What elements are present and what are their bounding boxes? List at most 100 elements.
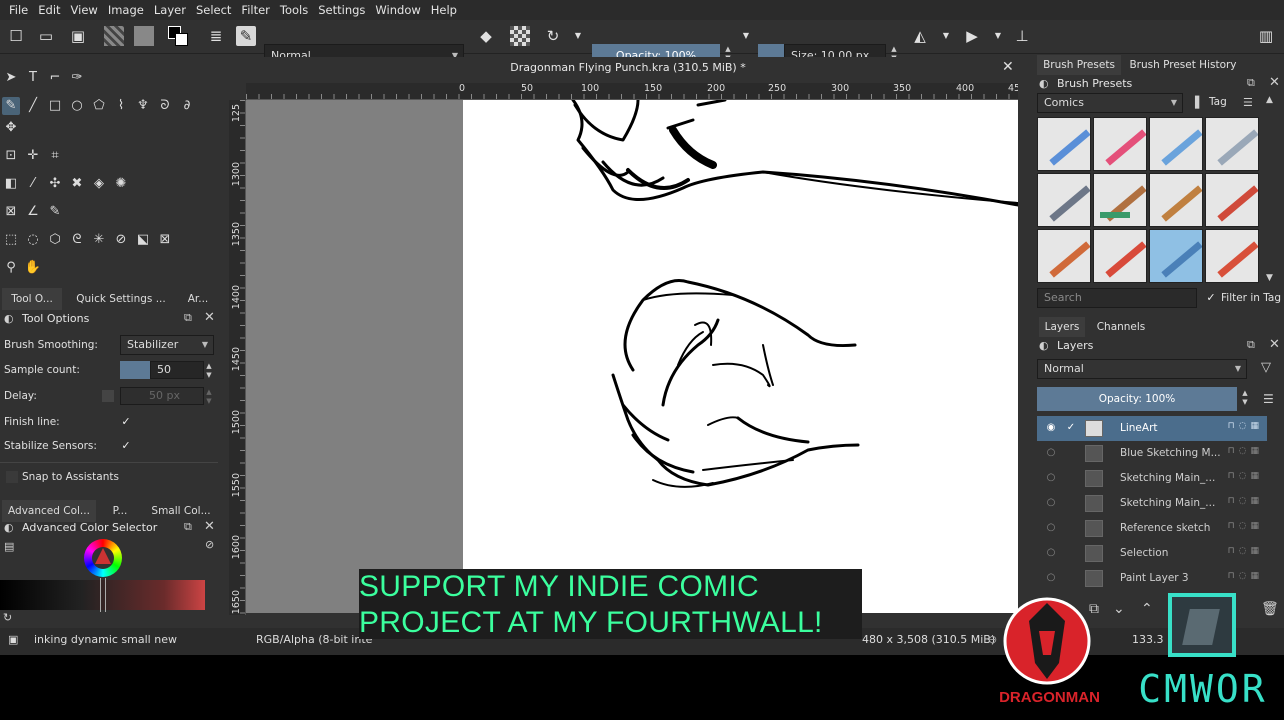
layer-lock-icon[interactable]: ⊓◌▦ (1228, 496, 1263, 506)
color-settings-icon[interactable]: ▤ (4, 540, 14, 553)
layer-lock-icon[interactable]: ⊓◌▦ (1228, 471, 1263, 481)
workspace-icon[interactable]: ▥ (1256, 26, 1276, 46)
brush-preset-selected[interactable] (1149, 229, 1203, 283)
document-tab[interactable]: Dragonman Flying Punch.kra (310.5 MiB) * (232, 57, 1024, 79)
bezier-tool-icon[interactable]: ♆ (134, 97, 152, 115)
stabilize-sensors-checkbox[interactable]: ✓ (120, 440, 132, 452)
refresh-icon[interactable]: ↻ (3, 611, 12, 624)
multibrush-tool-icon[interactable]: ✥ (2, 119, 20, 137)
delay-checkbox[interactable] (102, 390, 114, 402)
calligraphy-tool-icon[interactable]: ✑ (68, 69, 86, 87)
smart-patch-tool-icon[interactable]: ✖ (68, 175, 86, 193)
tab-layers[interactable]: Layers (1039, 317, 1085, 337)
collapse-icon[interactable]: ◐ (1039, 339, 1049, 352)
menu-window[interactable]: Window (370, 3, 425, 17)
menu-image[interactable]: Image (103, 3, 149, 17)
brush-preset[interactable] (1037, 117, 1091, 171)
edit-shapes-tool-icon[interactable]: ⌐ (46, 69, 64, 87)
eye-icon[interactable]: ○ (1045, 522, 1057, 534)
polygon-select-tool-icon[interactable]: ⬡ (46, 231, 64, 249)
tab-palette[interactable]: P... (104, 500, 136, 522)
menu-tools[interactable]: Tools (275, 3, 313, 17)
brush-preset[interactable] (1149, 173, 1203, 227)
wrap-around-icon[interactable]: ⊥ (1012, 26, 1032, 46)
fill-tool-icon[interactable]: ◈ (90, 175, 108, 193)
finish-line-checkbox[interactable]: ✓ (120, 416, 132, 428)
no-color-icon[interactable]: ⊘ (205, 538, 214, 551)
menu-edit[interactable]: Edit (33, 3, 65, 17)
brush-search-input[interactable]: Search (1037, 288, 1197, 308)
layer-opacity-slider[interactable]: Opacity: 100% (1037, 387, 1237, 411)
collapse-icon[interactable]: ◐ (1039, 77, 1049, 90)
eye-icon[interactable]: ○ (1045, 572, 1057, 584)
open-document-icon[interactable]: ▭ (36, 26, 56, 46)
new-document-icon[interactable]: ☐ (6, 26, 26, 46)
rectangle-tool-icon[interactable]: □ (46, 97, 64, 115)
close-icon[interactable]: ✕ (204, 310, 215, 325)
polygon-tool-icon[interactable]: ⬠ (90, 97, 108, 115)
menu-settings[interactable]: Settings (313, 3, 370, 17)
brush-preset[interactable] (1205, 117, 1259, 171)
tab-brush-presets[interactable]: Brush Presets (1037, 55, 1121, 75)
eye-icon[interactable]: ○ (1045, 472, 1057, 484)
scroll-up-icon[interactable]: ▲ (1266, 95, 1273, 105)
layer-row[interactable]: ○ Selection ⊓◌▦ (1037, 541, 1267, 566)
close-icon[interactable]: ✕ (204, 519, 215, 534)
magnetic-select-tool-icon[interactable]: ⊠ (156, 231, 174, 249)
layer-row[interactable]: ○ Reference sketch ⊓◌▦ (1037, 516, 1267, 541)
float-docker-icon[interactable]: ⧉ (184, 311, 192, 325)
layer-lock-icon[interactable]: ⊓◌▦ (1228, 571, 1263, 581)
chevron-down-icon[interactable]: ▼ (936, 26, 956, 46)
color-picker-tool-icon[interactable]: ⁄ (24, 175, 42, 193)
dynamic-brush-tool-icon[interactable]: ∂ (178, 97, 196, 115)
brush-preset-icon[interactable]: ▣ (8, 628, 18, 652)
brush-tag-select[interactable]: Comics ▼ (1037, 93, 1183, 113)
layer-lock-icon[interactable]: ⊓◌▦ (1228, 546, 1263, 556)
delay-spinner-icon[interactable]: ▲ ▼ (204, 388, 214, 406)
brush-preset-icon[interactable]: ✎ (236, 26, 256, 46)
layer-row[interactable]: ○ Sketching Main_... ⊓◌▦ (1037, 491, 1267, 516)
tab-artistic[interactable]: Ar... (180, 288, 216, 310)
crop-tool-icon[interactable]: ⌗ (46, 147, 64, 165)
gradient-tool-icon[interactable]: ◧ (2, 175, 20, 193)
tab-advanced-color[interactable]: Advanced Col... (2, 500, 96, 522)
list-view-icon[interactable]: ☰ (1243, 96, 1253, 109)
chevron-down-icon[interactable]: ▼ (988, 26, 1008, 46)
tab-quick-settings[interactable]: Quick Settings ... (72, 288, 170, 310)
layer-blend-mode-select[interactable]: Normal ▼ (1037, 359, 1247, 379)
select-shapes-tool-icon[interactable]: ➤ (2, 69, 20, 87)
rect-select-tool-icon[interactable]: ⬚ (2, 231, 20, 249)
float-docker-icon[interactable]: ⧉ (1247, 76, 1255, 90)
gradient-icon[interactable] (104, 26, 124, 46)
brush-preset[interactable] (1093, 173, 1147, 227)
tab-channels[interactable]: Channels (1093, 317, 1149, 337)
enclose-fill-tool-icon[interactable]: ✺ (112, 175, 130, 193)
brush-preset[interactable] (1205, 229, 1259, 283)
menu-layer[interactable]: Layer (149, 3, 191, 17)
layer-lock-icon[interactable]: ⊓◌▦ (1228, 421, 1263, 431)
sample-count-input[interactable]: 50 (150, 361, 204, 379)
brush-smoothing-select[interactable]: Stabilizer ▼ (120, 335, 214, 355)
menu-file[interactable]: File (4, 3, 33, 17)
transform-tool-icon[interactable]: ⊡ (2, 147, 20, 165)
menu-filter[interactable]: Filter (236, 3, 274, 17)
layer-row-selected[interactable]: ◉ ✓ LineArt ⊓◌▦ (1037, 416, 1267, 441)
ellipse-tool-icon[interactable]: ○ (68, 97, 86, 115)
eye-icon[interactable]: ◉ (1045, 422, 1057, 434)
move-layer-down-icon[interactable]: ⌄ (1113, 601, 1125, 617)
close-icon[interactable]: ✕ (1002, 59, 1014, 75)
zoom-tool-icon[interactable]: ⚲ (2, 259, 20, 277)
brush-preset[interactable] (1093, 117, 1147, 171)
collapse-icon[interactable]: ◐ (4, 521, 14, 534)
pattern-icon[interactable] (134, 26, 154, 46)
layer-row[interactable]: ○ Blue Sketching M... ⊓◌▦ (1037, 441, 1267, 466)
tag-button[interactable]: Tag (1209, 96, 1227, 108)
float-docker-icon[interactable]: ⧉ (1247, 338, 1255, 352)
eraser-icon[interactable]: ◆ (476, 26, 496, 46)
menu-select[interactable]: Select (191, 3, 236, 17)
brush-preset[interactable] (1037, 173, 1091, 227)
layer-opacity-spinner-icon[interactable]: ▲ ▼ (1240, 389, 1250, 407)
tab-brush-preset-history[interactable]: Brush Preset History (1127, 55, 1239, 75)
layer-menu-icon[interactable]: ☰ (1263, 392, 1274, 406)
fg-bg-color-icon[interactable] (168, 26, 188, 46)
